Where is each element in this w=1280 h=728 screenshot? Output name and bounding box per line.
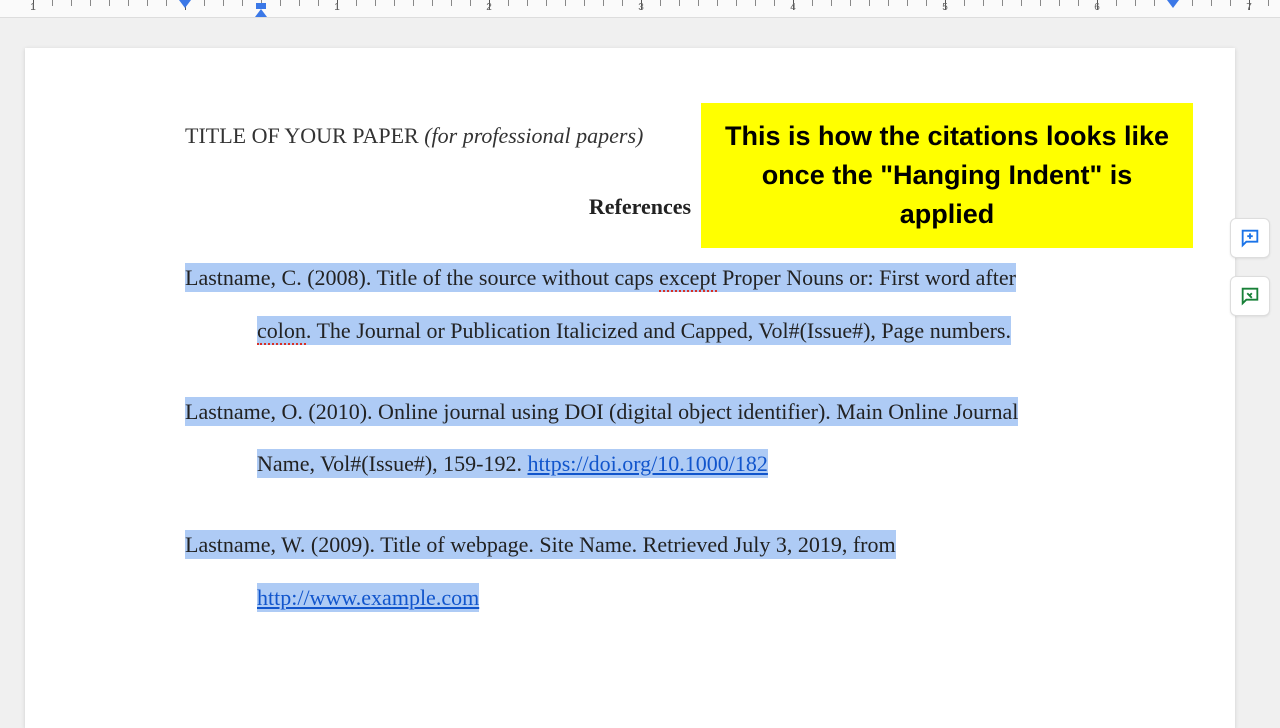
citation-line2: Name, Vol#(Issue#), 159-192. https://doi…: [257, 449, 768, 478]
side-toolbar: [1230, 218, 1270, 316]
citation-line2: colon. The Journal or Publication Italic…: [257, 316, 1011, 345]
ruler-number: 3: [638, 2, 644, 13]
citation-entry[interactable]: Lastname, O. (2010). Online journal usin…: [185, 386, 1095, 492]
first-line-indent-marker[interactable]: [179, 0, 191, 8]
ruler-number: 1: [334, 2, 340, 13]
document-page[interactable]: TITLE OF YOUR PAPER (for professional pa…: [25, 48, 1235, 728]
spelling-error: except: [659, 265, 716, 292]
ruler-number: 7: [1246, 2, 1252, 13]
citation-line1: Lastname, O. (2010). Online journal usin…: [185, 397, 1018, 426]
ruler-number: 4: [790, 2, 796, 13]
add-comment-icon: [1239, 227, 1261, 249]
title-prefix: TITLE OF YOUR PAPER: [185, 123, 424, 148]
horizontal-ruler[interactable]: 1 2 3 4 5 6 7 1: [0, 0, 1280, 18]
citation-link[interactable]: https://doi.org/10.1000/182: [528, 451, 768, 476]
citation-line2: http://www.example.com: [257, 583, 479, 612]
right-indent-marker[interactable]: [1167, 0, 1179, 8]
citation-line1: Lastname, W. (2009). Title of webpage. S…: [185, 530, 896, 559]
add-comment-button[interactable]: [1230, 218, 1270, 258]
ruler-number: 5: [942, 2, 948, 13]
page-container: TITLE OF YOUR PAPER (for professional pa…: [0, 18, 1280, 728]
citation-entry[interactable]: Lastname, C. (2008). Title of the source…: [185, 252, 1095, 358]
suggest-edits-icon: [1239, 285, 1261, 307]
ruler-number: 2: [486, 2, 492, 13]
instruction-callout: This is how the citations looks like onc…: [701, 103, 1193, 248]
citation-entry[interactable]: Lastname, W. (2009). Title of webpage. S…: [185, 519, 1095, 625]
ruler-number: 1: [30, 2, 36, 13]
title-suffix-italic: (for professional papers): [424, 123, 643, 148]
spelling-error: colon: [257, 318, 306, 345]
suggest-edits-button[interactable]: [1230, 276, 1270, 316]
left-indent-marker[interactable]: [255, 9, 267, 17]
citation-link[interactable]: http://www.example.com: [257, 585, 479, 610]
ruler-number: 6: [1094, 2, 1100, 13]
citation-line1: Lastname, C. (2008). Title of the source…: [185, 263, 1016, 292]
